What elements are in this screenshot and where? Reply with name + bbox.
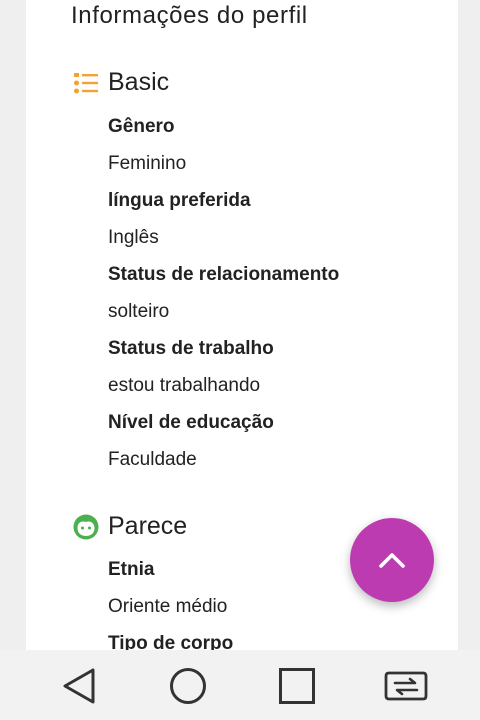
field-value-genero: Feminino (108, 153, 187, 174)
back-button[interactable] (55, 662, 103, 710)
field-value-lingua: Inglês (108, 227, 159, 248)
back-triangle-icon (61, 667, 97, 705)
field-label-etnia: Etnia (108, 559, 155, 580)
switch-screen-icon (383, 669, 429, 703)
recents-square-icon (278, 667, 316, 705)
section-title: Basic (108, 68, 170, 96)
list-icon (72, 69, 100, 97)
section-title: Parece (108, 512, 188, 540)
recents-button[interactable] (273, 662, 321, 710)
switch-screen-button[interactable] (382, 662, 430, 710)
page-title: Informações do perfil (71, 2, 308, 29)
section-parece-header: Parece (72, 512, 187, 541)
field-label-relacionamento: Status de relacionamento (108, 264, 340, 285)
field-label-genero: Gênero (108, 116, 175, 137)
field-value-educacao: Faculdade (108, 449, 197, 470)
scroll-top-button[interactable] (350, 518, 434, 602)
home-button[interactable] (164, 662, 212, 710)
face-icon (72, 513, 100, 541)
home-circle-icon (168, 666, 208, 706)
system-navigation-bar (0, 650, 480, 720)
field-label-trabalho: Status de trabalho (108, 338, 274, 359)
chevron-up-icon (377, 550, 407, 570)
field-label-educacao: Nível de educação (108, 412, 274, 433)
section-basic-header: Basic (72, 68, 169, 97)
field-value-etnia: Oriente médio (108, 596, 228, 617)
field-value-trabalho: estou trabalhando (108, 375, 261, 396)
field-value-relacionamento: solteiro (108, 301, 170, 322)
field-label-lingua: língua preferida (108, 190, 251, 211)
